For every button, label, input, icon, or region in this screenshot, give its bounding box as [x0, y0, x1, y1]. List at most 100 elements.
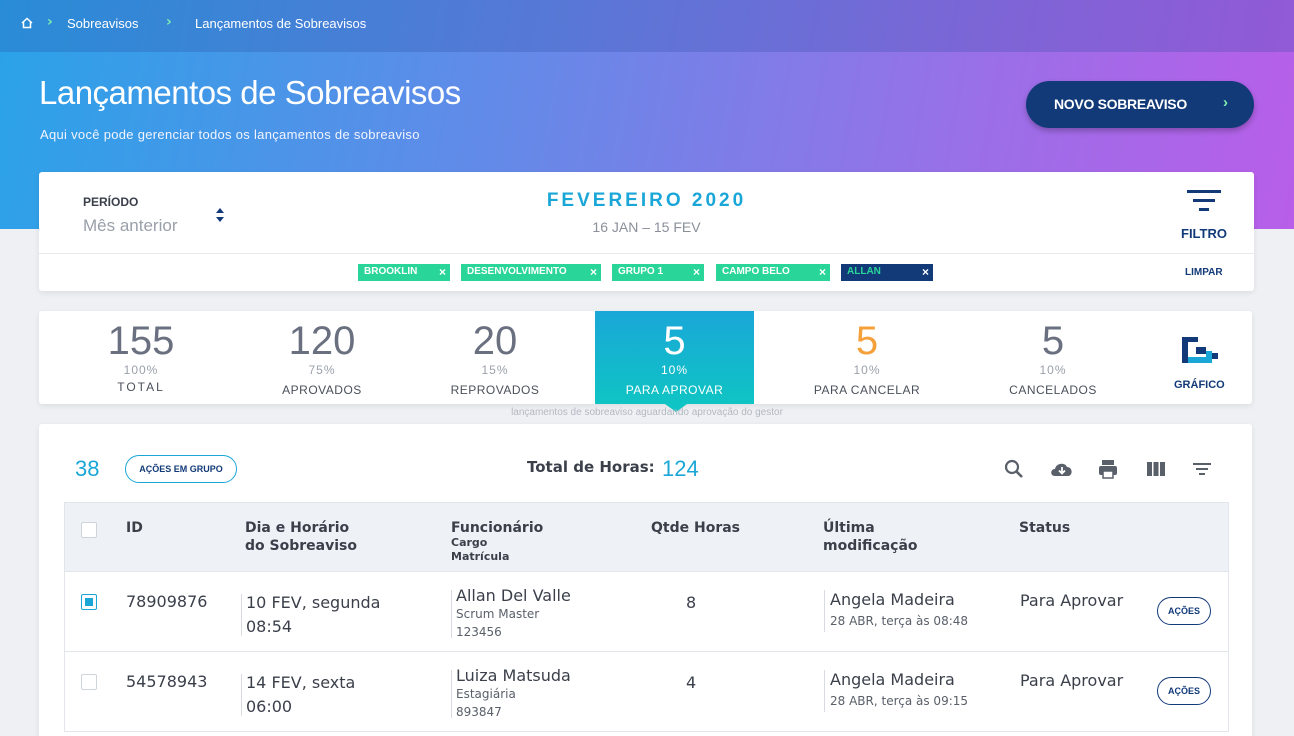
total-hours-label: Total de Horas:: [527, 458, 655, 476]
filter-chip[interactable]: BROOKLIN ×: [358, 264, 450, 281]
row-employee-name: Allan Del Valle: [456, 586, 571, 605]
row-checkbox[interactable]: [81, 674, 97, 690]
col-modified-line1[interactable]: Última: [823, 519, 875, 537]
filter-icon[interactable]: [1187, 190, 1221, 212]
print-icon[interactable]: [1097, 458, 1119, 480]
row-employee-role: Scrum Master: [456, 607, 540, 621]
cloud-download-icon[interactable]: [1049, 458, 1075, 480]
row-day: 10 FEV, segunda: [246, 593, 381, 612]
row-hours: 4: [686, 673, 697, 692]
breadcrumb-item-current: Lançamentos de Sobreavisos: [195, 16, 367, 31]
page-subtitle: Aqui você pode gerenciar todos os lançam…: [40, 127, 420, 142]
row-modified-date: 28 ABR, terça às 09:15: [830, 694, 969, 708]
filter-chip[interactable]: GRUPO 1 ×: [612, 264, 704, 281]
period-month: FEVEREIRO 2020: [546, 190, 747, 211]
row-modified-name: Angela Madeira: [830, 590, 955, 609]
new-sobreaviso-button[interactable]: NOVO SOBREAVISO ›: [1026, 81, 1254, 128]
divider: [39, 253, 1254, 254]
page-title: Lançamentos de Sobreavisos: [39, 74, 461, 111]
stat-approved[interactable]: 120 75% APROVADOS: [242, 311, 402, 404]
col-employee[interactable]: Funcionário: [451, 519, 543, 537]
stat-number: 5: [1041, 319, 1065, 363]
clear-filters-button[interactable]: LIMPAR: [1185, 267, 1223, 278]
col-modified-line2: modificação: [823, 538, 918, 554]
col-hours[interactable]: Qtde Horas: [651, 519, 740, 537]
divider: [451, 590, 452, 638]
bar-chart-icon[interactable]: [1182, 337, 1220, 363]
row-id: 78909876: [126, 592, 208, 611]
filter-label[interactable]: FILTRO: [1181, 226, 1227, 241]
chip-label: GRUPO 1: [618, 266, 664, 277]
row-status: Para Aprovar: [1020, 671, 1124, 690]
breadcrumb-item-sobreavisos[interactable]: Sobreavisos: [67, 16, 139, 31]
divider: [241, 674, 242, 716]
stat-label: APROVADOS: [282, 383, 362, 397]
col-employee-reg: Matrícula: [451, 550, 510, 563]
row-hours: 8: [686, 593, 697, 612]
row-employee-reg: 123456: [456, 625, 502, 639]
stat-percent: 75%: [308, 363, 336, 377]
chip-label: BROOKLIN: [364, 266, 418, 277]
stat-number: 5: [855, 319, 879, 363]
stat-cancelled[interactable]: 5 10% CANCELADOS: [973, 311, 1133, 404]
group-actions-button[interactable]: AÇÕES EM GRUPO: [125, 455, 237, 483]
chip-label: DESENVOLVIMENTO: [467, 266, 567, 277]
stat-total[interactable]: 155 100% TOTAL: [61, 311, 221, 404]
stat-label: TOTAL: [117, 380, 165, 394]
chevron-right-icon: ›: [166, 14, 172, 30]
row-modified-name: Angela Madeira: [830, 670, 955, 689]
chip-label: ALLAN: [847, 266, 881, 277]
new-sobreaviso-label: NOVO SOBREAVISO: [1054, 96, 1187, 112]
col-id[interactable]: ID: [126, 519, 143, 537]
stat-rejected[interactable]: 20 15% REPROVADOS: [415, 311, 575, 404]
stat-hint: lançamentos de sobreaviso aguardando apr…: [511, 407, 783, 418]
row-actions-button[interactable]: AÇÕES: [1157, 597, 1211, 625]
stats-card: 155 100% TOTAL 120 75% APROVADOS 20 15% …: [39, 311, 1252, 404]
col-employee-role: Cargo: [451, 536, 488, 549]
select-all-checkbox[interactable]: [81, 522, 97, 538]
divider: [824, 590, 825, 632]
row-actions-button[interactable]: AÇÕES: [1157, 677, 1211, 705]
close-icon[interactable]: ×: [590, 265, 597, 279]
row-employee-reg: 893847: [456, 705, 502, 719]
home-icon[interactable]: [21, 17, 33, 29]
close-icon[interactable]: ×: [693, 265, 700, 279]
filter-chip[interactable]: CAMPO BELO ×: [716, 264, 830, 281]
stat-number: 5: [663, 319, 686, 363]
row-checkbox[interactable]: [81, 594, 97, 610]
filter-chip[interactable]: DESENVOLVIMENTO ×: [461, 264, 601, 281]
stat-label: PARA CANCELAR: [813, 383, 921, 397]
chevron-right-icon: ›: [1223, 94, 1228, 111]
stat-to-approve[interactable]: 5 10% PARA APROVAR: [595, 311, 754, 404]
stat-label: PARA APROVAR: [625, 383, 724, 397]
chip-label: CAMPO BELO: [722, 266, 790, 277]
table-row[interactable]: 54578943 14 FEV, sexta 06:00 Luiza Matsu…: [64, 652, 1229, 732]
table-header: ID Dia e Horário do Sobreaviso Funcionár…: [64, 502, 1229, 572]
filter-chip[interactable]: ALLAN ×: [841, 264, 933, 281]
col-date-line1[interactable]: Dia e Horário: [245, 519, 349, 537]
row-id: 54578943: [126, 672, 208, 691]
filter-list-icon[interactable]: [1191, 458, 1213, 480]
record-count: 38: [75, 456, 100, 481]
search-icon[interactable]: [1003, 458, 1025, 480]
stat-number: 120: [288, 319, 356, 363]
total-hours-value: 124: [662, 456, 699, 481]
row-status: Para Aprovar: [1020, 591, 1124, 610]
breadcrumb: › Sobreavisos › Lançamentos de Sobreavis…: [0, 0, 1294, 52]
period-card: PERÍODO Mês anterior FEVEREIRO 2020 16 J…: [39, 172, 1254, 291]
row-employee-role: Estagiária: [456, 687, 516, 701]
columns-icon[interactable]: [1145, 458, 1167, 480]
col-status[interactable]: Status: [1019, 519, 1070, 537]
stat-number: 20: [472, 319, 518, 363]
stat-to-cancel[interactable]: 5 10% PARA CANCELAR: [787, 311, 947, 404]
col-date-line2: do Sobreaviso: [245, 538, 357, 554]
stat-percent: 100%: [123, 363, 159, 377]
row-time: 08:54: [246, 617, 293, 636]
close-icon[interactable]: ×: [922, 265, 929, 279]
chevron-right-icon: ›: [47, 14, 53, 30]
table-row[interactable]: 78909876 10 FEV, segunda 08:54 Allan Del…: [64, 572, 1229, 652]
close-icon[interactable]: ×: [439, 265, 446, 279]
divider: [451, 670, 452, 718]
chart-label[interactable]: GRÁFICO: [1174, 379, 1225, 391]
close-icon[interactable]: ×: [819, 265, 826, 279]
